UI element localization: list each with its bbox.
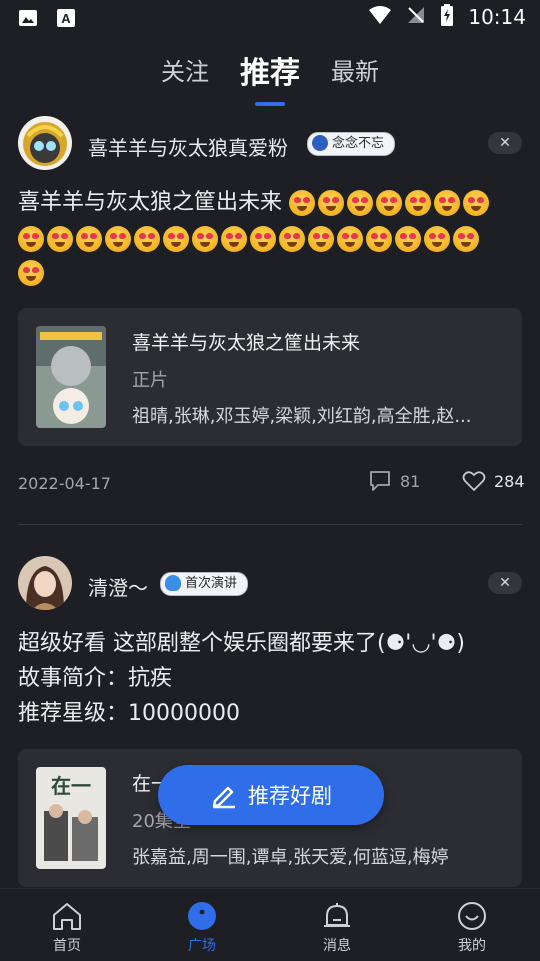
emoji-row — [18, 260, 518, 286]
heart-eyes-emoji — [18, 226, 44, 252]
fab-label: 推荐好剧 — [248, 784, 332, 808]
drama-title: 喜羊羊与灰太狼之筐出未来 — [132, 332, 361, 354]
badge-label: 首次演讲 — [185, 576, 238, 591]
tab-recommended[interactable]: 推荐 — [240, 48, 300, 92]
heart-eyes-emoji — [289, 190, 316, 216]
heart-eyes-emoji — [366, 226, 392, 252]
drama-cast: 祖晴,张琳,邓玉婷,梁颖,刘红韵,高全胜,赵... — [132, 406, 472, 427]
nav-square-label: 广场 — [188, 938, 216, 954]
nav-home[interactable]: 首页 — [27, 901, 107, 955]
comment-button[interactable]: 81 — [368, 470, 420, 492]
comment-icon — [370, 471, 390, 491]
heart-eyes-emoji — [318, 190, 345, 216]
bottom-nav: 首页 广场 消息 我的 — [0, 888, 540, 961]
dismiss-button[interactable]: ✕ — [488, 132, 522, 154]
bell-icon — [324, 903, 350, 927]
post-line: 推荐星级：10000000 — [18, 701, 240, 726]
tab-following[interactable]: 关注 — [161, 52, 209, 87]
post-date: 2022-04-17 — [18, 474, 111, 493]
divider — [18, 524, 522, 525]
like-count: 284 — [494, 471, 525, 491]
avatar[interactable] — [18, 116, 72, 170]
post-line: 故事简介：抗疾 — [18, 666, 173, 691]
tab-latest[interactable]: 最新 — [331, 52, 379, 87]
emoji-row — [18, 226, 518, 252]
drama-cast: 张嘉益,周一围,谭卓,张天爱,何蓝逗,梅婷 — [132, 847, 449, 868]
nav-profile-label: 我的 — [458, 938, 486, 954]
nav-messages[interactable]: 消息 — [297, 901, 377, 955]
badge-label: 念念不忘 — [332, 136, 385, 151]
user-badge: 首次演讲 — [160, 572, 249, 596]
font-icon: A — [56, 8, 76, 28]
heart-eyes-emoji — [134, 226, 160, 252]
username[interactable]: 喜羊羊与灰太狼真爱粉 — [88, 132, 288, 161]
pencil-icon — [212, 786, 235, 809]
tab-indicator — [255, 102, 285, 106]
heart-eyes-emoji — [76, 226, 102, 252]
heart-eyes-emoji — [18, 260, 44, 286]
image-icon — [18, 8, 38, 28]
comment-count: 81 — [400, 471, 421, 491]
status-bar: A 10:14 — [0, 0, 540, 36]
heart-eyes-emoji — [453, 226, 479, 252]
heart-eyes-emoji — [405, 190, 432, 216]
post-text: 超级好看 这部剧整个娱乐圈都要来了(⚈'◡'⚈) 故事简介：抗疾 推荐星级：10… — [18, 626, 518, 731]
feed-tabs: 关注 推荐 最新 — [0, 52, 540, 108]
home-icon — [53, 903, 81, 930]
smile-icon — [458, 902, 486, 930]
heart-eyes-emoji — [192, 226, 218, 252]
dismiss-button[interactable]: ✕ — [488, 572, 522, 594]
poster-image — [36, 326, 106, 428]
avatar[interactable] — [18, 556, 72, 610]
poster-image: 在一 — [36, 767, 106, 869]
nav-profile[interactable]: 我的 — [432, 901, 512, 955]
post-text: 喜羊羊与灰太狼之筐出未来 — [18, 188, 518, 217]
user-badge: 念念不忘 — [307, 132, 396, 156]
post-line: 超级好看 这部剧整个娱乐圈都要来了(⚈'◡'⚈) — [18, 631, 465, 656]
heart-eyes-emoji — [250, 226, 276, 252]
drama-card[interactable]: 喜羊羊与灰太狼之筐出未来 正片 祖晴,张琳,邓玉婷,梁颖,刘红韵,高全胜,赵..… — [18, 308, 522, 446]
heart-eyes-emoji — [424, 226, 450, 252]
nav-square[interactable]: 广场 — [162, 901, 242, 955]
heart-eyes-emoji — [376, 190, 403, 216]
like-button[interactable]: 284 — [462, 470, 525, 492]
post-meta: 2022-04-17 81 284 — [18, 470, 525, 498]
heart-eyes-emoji — [105, 226, 131, 252]
heart-eyes-emoji — [47, 226, 73, 252]
heart-eyes-emoji — [347, 190, 374, 216]
nav-home-label: 首页 — [53, 938, 81, 954]
heart-eyes-emoji — [221, 226, 247, 252]
heart-eyes-emoji — [308, 226, 334, 252]
svg-text:A: A — [61, 11, 71, 26]
no-signal-icon — [406, 5, 426, 29]
square-icon — [188, 902, 216, 930]
svg-text:在一: 在一 — [51, 774, 91, 798]
clock: 10:14 — [468, 5, 526, 29]
drama-episode: 正片 — [132, 370, 168, 391]
battery-charging-icon — [440, 4, 454, 30]
heart-eyes-emoji — [163, 226, 189, 252]
clock-badge-icon — [312, 135, 328, 151]
recommend-drama-button[interactable]: 推荐好剧 — [158, 765, 384, 825]
nav-messages-label: 消息 — [323, 938, 351, 954]
heart-icon — [462, 471, 486, 491]
post-text-content: 喜羊羊与灰太狼之筐出未来 — [18, 190, 283, 215]
wifi-icon — [368, 5, 392, 29]
heart-eyes-emoji — [337, 226, 363, 252]
heart-eyes-emoji — [279, 226, 305, 252]
heart-badge-icon — [165, 575, 181, 591]
heart-eyes-emoji — [395, 226, 421, 252]
username[interactable]: 清澄〜 — [88, 572, 148, 601]
heart-eyes-emoji — [434, 190, 461, 216]
heart-eyes-emoji — [463, 190, 490, 216]
